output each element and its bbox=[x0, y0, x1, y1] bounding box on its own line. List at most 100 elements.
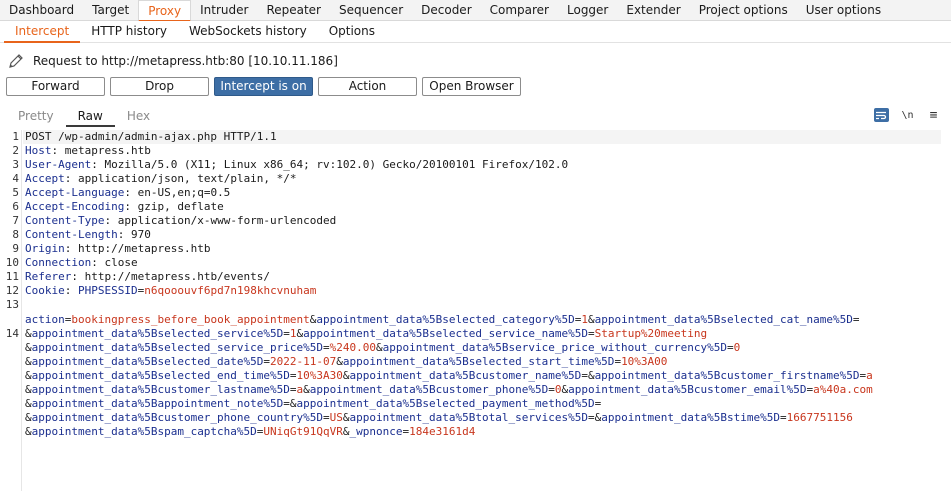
param-value: bookingpress_before_book_appointment bbox=[71, 313, 310, 326]
wrap-lines-icon bbox=[876, 111, 887, 119]
cookie-name: PHPSESSID bbox=[78, 284, 138, 297]
header-value: gzip, deflate bbox=[137, 200, 224, 213]
header-separator: : bbox=[64, 172, 78, 185]
param-separator: & bbox=[587, 369, 595, 382]
pencil-icon[interactable] bbox=[7, 52, 25, 70]
body-wrap-line: &appointment_data%5Bspam_captcha%5D=UNiq… bbox=[0, 425, 951, 439]
header-separator: : bbox=[104, 214, 118, 227]
param-value: 0 bbox=[733, 341, 741, 354]
param-separator: & bbox=[25, 369, 32, 382]
param-value: %240.00 bbox=[329, 341, 377, 354]
param-name: appointment_data%5Bselected_service_pric… bbox=[31, 341, 324, 354]
param-separator: & bbox=[25, 355, 32, 368]
line-text: Accept-Language: en-US,en;q=0.5 bbox=[25, 186, 230, 200]
tab-proxy-options[interactable]: Options bbox=[318, 21, 386, 43]
tab-project-options[interactable]: Project options bbox=[690, 0, 797, 21]
param-value: US bbox=[329, 411, 343, 424]
param-name: appointment_data%5Bappointment_note%5D bbox=[31, 397, 284, 410]
body-wrap-line: &appointment_data%5Bselected_service_pri… bbox=[0, 341, 951, 355]
header-name: Referer bbox=[25, 270, 72, 283]
action-button[interactable]: Action bbox=[318, 77, 417, 96]
param-separator: & bbox=[25, 327, 32, 340]
line-number: 13 bbox=[5, 298, 19, 311]
request-target-line: Request to http://metapress.htb:80 [10.1… bbox=[7, 52, 338, 70]
tab-extender[interactable]: Extender bbox=[617, 0, 689, 21]
tab-raw[interactable]: Raw bbox=[65, 107, 115, 127]
main-tab-bar: Dashboard Target Proxy Intruder Repeater… bbox=[0, 0, 951, 22]
word-wrap-icon[interactable] bbox=[874, 108, 889, 122]
tab-target[interactable]: Target bbox=[83, 0, 138, 21]
request-line: 7 Content-Type: application/x-www-form-ur… bbox=[0, 214, 951, 228]
param-separator: & bbox=[289, 397, 297, 410]
show-newlines-icon[interactable]: \n bbox=[900, 108, 915, 122]
line-text: Host: metapress.htb bbox=[25, 144, 151, 158]
param-equals: = bbox=[852, 313, 860, 326]
param-name: appointment_data%5Bselected_start_time%5… bbox=[342, 355, 615, 368]
tab-comparer[interactable]: Comparer bbox=[481, 0, 558, 21]
tab-hex[interactable]: Hex bbox=[115, 107, 162, 127]
header-value: http://metapress.htb/events/ bbox=[84, 270, 271, 283]
tab-websockets-history[interactable]: WebSockets history bbox=[178, 21, 318, 43]
tab-dashboard[interactable]: Dashboard bbox=[0, 0, 83, 21]
header-value: Mozilla/5.0 (X11; Linux x86_64; rv:102.0… bbox=[104, 158, 569, 171]
line-text: Cookie: PHPSESSID=n6qooouvf6pd7n198khcvn… bbox=[25, 284, 316, 298]
body-wrap-line: &appointment_data%5Bselected_service%5D=… bbox=[0, 327, 951, 341]
line-text: User-Agent: Mozilla/5.0 (X11; Linux x86_… bbox=[25, 158, 568, 172]
param-name: action bbox=[25, 313, 65, 326]
param-equals: = bbox=[594, 397, 602, 410]
tab-user-options[interactable]: User options bbox=[797, 0, 890, 21]
line-number: 3 bbox=[12, 158, 19, 171]
param-equals: = bbox=[323, 411, 330, 424]
line-text: Referer: http://metapress.htb/events/ bbox=[25, 270, 270, 284]
param-separator: & bbox=[25, 341, 32, 354]
intercept-toggle-button[interactable]: Intercept is on bbox=[214, 77, 313, 96]
param-separator: & bbox=[303, 383, 310, 396]
param-name: appointment_data%5Bspam_captcha%5D bbox=[31, 425, 257, 438]
header-separator: : bbox=[64, 242, 78, 255]
drop-button[interactable]: Drop bbox=[110, 77, 209, 96]
param-value: UNiqGt91QqVR bbox=[263, 425, 343, 438]
editor-options: \n ≡ bbox=[863, 108, 941, 123]
param-name: appointment_data%5Bcustomer_firstname%5D bbox=[594, 369, 860, 382]
line-text: &appointment_data%5Bselected_service_pri… bbox=[25, 341, 740, 355]
header-value: close bbox=[104, 256, 138, 269]
request-line: 12 Cookie: PHPSESSID=n6qooouvf6pd7n198khc… bbox=[0, 284, 951, 298]
tab-decoder[interactable]: Decoder bbox=[412, 0, 481, 21]
open-browser-button[interactable]: Open Browser bbox=[422, 77, 521, 96]
param-name: appointment_data%5Bselected_service%5D bbox=[31, 327, 284, 340]
param-separator: & bbox=[25, 397, 32, 410]
header-value: application/json, text/plain, */* bbox=[78, 172, 297, 185]
param-value: 2022-11-07 bbox=[270, 355, 337, 368]
line-number: 1 bbox=[12, 130, 19, 143]
line-text: Content-Length: 970 bbox=[25, 228, 151, 242]
request-line: 5 Accept-Language: en-US,en;q=0.5 bbox=[0, 186, 951, 200]
forward-button[interactable]: Forward bbox=[6, 77, 105, 96]
request-line: 8 Content-Length: 970 bbox=[0, 228, 951, 242]
header-separator: : bbox=[51, 144, 65, 157]
param-equals: = bbox=[283, 327, 290, 340]
param-equals: = bbox=[581, 369, 588, 382]
line-text: &appointment_data%5Bselected_end_time%5D… bbox=[25, 369, 873, 383]
tab-proxy[interactable]: Proxy bbox=[138, 0, 192, 22]
tab-intruder[interactable]: Intruder bbox=[191, 0, 257, 21]
header-separator: : bbox=[71, 270, 85, 283]
param-name: appointment_data%5Bcustomer_phone%5D bbox=[309, 383, 549, 396]
tab-logger[interactable]: Logger bbox=[558, 0, 617, 21]
param-separator: & bbox=[25, 383, 32, 396]
menu-icon[interactable]: ≡ bbox=[926, 108, 941, 123]
header-separator: : bbox=[91, 256, 105, 269]
param-name: appointment_data%5Bstime%5D bbox=[601, 411, 781, 424]
param-equals: = bbox=[289, 369, 297, 382]
tab-http-history[interactable]: HTTP history bbox=[80, 21, 178, 43]
param-separator: & bbox=[342, 411, 350, 424]
request-line: 6 Accept-Encoding: gzip, deflate bbox=[0, 200, 951, 214]
tab-sequencer[interactable]: Sequencer bbox=[330, 0, 412, 21]
header-name: Host bbox=[25, 144, 52, 157]
tab-pretty[interactable]: Pretty bbox=[6, 107, 66, 127]
raw-request-editor[interactable]: 1 POST /wp-admin/admin-ajax.php HTTP/1.1 2… bbox=[0, 130, 951, 491]
header-separator: : bbox=[64, 284, 78, 297]
tab-intercept[interactable]: Intercept bbox=[4, 21, 81, 43]
tab-repeater[interactable]: Repeater bbox=[257, 0, 330, 21]
line-number: 11 bbox=[5, 270, 19, 283]
param-equals: = bbox=[587, 327, 595, 340]
